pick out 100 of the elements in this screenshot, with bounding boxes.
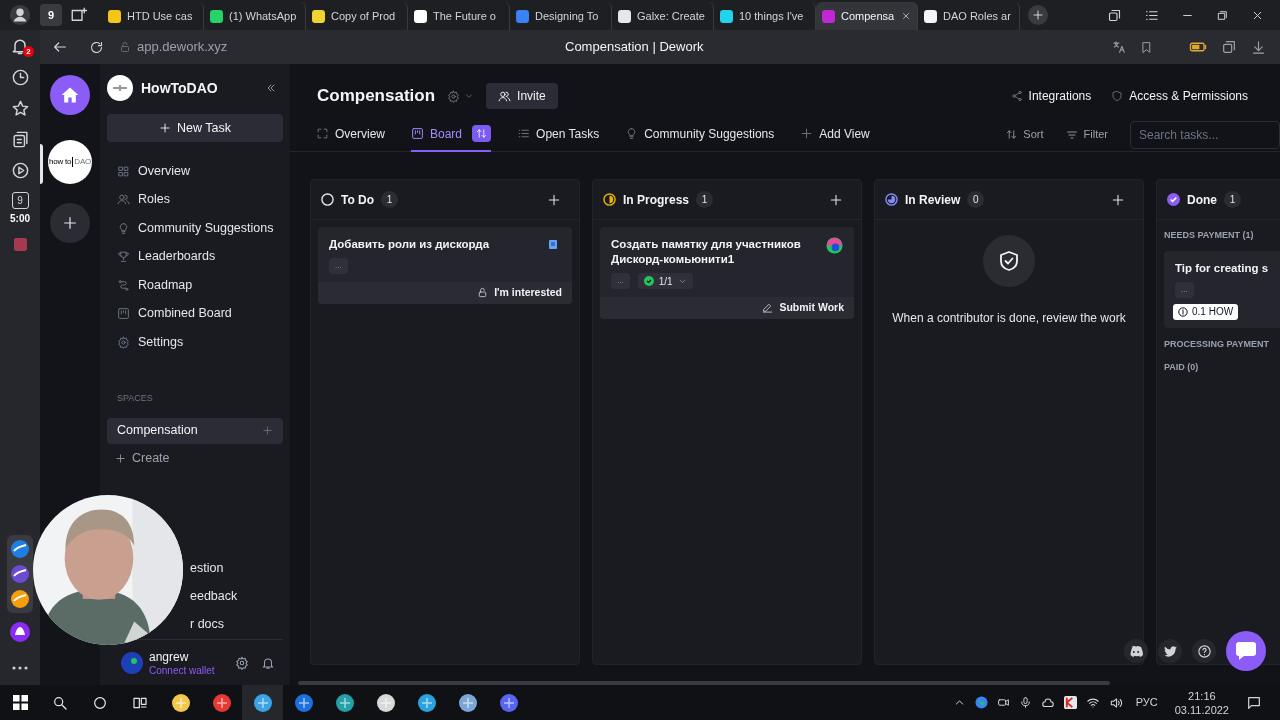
tag-chip[interactable]: ... (611, 273, 630, 289)
language-indicator[interactable]: РУС (1135, 694, 1158, 711)
windows-icon[interactable] (12, 695, 28, 710)
sidebar-link[interactable]: eedback (190, 586, 238, 607)
new-task-button[interactable]: New Task (107, 114, 283, 142)
add-workspace-button[interactable] (50, 203, 90, 243)
add-task-icon[interactable] (1111, 192, 1125, 207)
tag-chip[interactable]: ... (1175, 281, 1194, 298)
more-icon[interactable] (12, 665, 28, 671)
sort-button[interactable]: Sort (1006, 126, 1044, 143)
reload-icon[interactable] (89, 39, 104, 55)
download-icon[interactable] (1251, 39, 1266, 55)
sidebar-item[interactable]: Settings (117, 332, 283, 352)
back-icon[interactable] (52, 39, 68, 55)
header-link[interactable]: Integrations (1010, 87, 1092, 105)
profile-avatar-icon[interactable] (9, 4, 31, 26)
task-card[interactable]: Добавить роли из дискорда ... I'm interested (318, 227, 572, 304)
assistant-icon[interactable] (9, 621, 31, 643)
search-icon[interactable] (52, 694, 68, 711)
collapse-icon[interactable] (265, 82, 277, 94)
assignee-avatar-icon[interactable] (826, 237, 843, 254)
home-button[interactable] (50, 75, 90, 115)
telegram-icon[interactable] (416, 692, 437, 713)
bookmark-icon[interactable] (1140, 40, 1153, 54)
add-tab-icon[interactable] (1032, 9, 1044, 21)
browser-tab[interactable]: Compensa (816, 2, 918, 30)
cloud-icon[interactable] (1040, 695, 1055, 710)
sidebar-item[interactable]: Combined Board (117, 303, 283, 324)
view-tab[interactable]: Overview (316, 117, 385, 152)
column-title: In Progress (623, 191, 690, 209)
task-card[interactable]: Tip for creating s ... 0.1 HOW (1164, 250, 1280, 328)
app-icon[interactable] (10, 539, 30, 559)
view-tab[interactable]: Community Suggestions (625, 117, 775, 152)
dropbox-icon[interactable] (293, 692, 314, 713)
invite-button[interactable]: Invite (486, 83, 558, 109)
tag-chip[interactable]: ... (329, 258, 348, 274)
view-tab[interactable]: Board (411, 117, 492, 152)
progress-chip[interactable]: 1/1 (637, 273, 693, 289)
sidebar-link[interactable]: estion (190, 558, 224, 579)
sidebar-item[interactable]: Community Suggestions (117, 218, 283, 238)
app-icon[interactable] (10, 564, 30, 584)
sidebar-link[interactable]: r docs (190, 614, 225, 635)
connect-wallet-link[interactable]: Connect wallet (149, 664, 215, 677)
app-icon[interactable] (10, 589, 30, 609)
settings-icon[interactable] (235, 656, 249, 671)
cortana-icon[interactable] (92, 694, 108, 711)
sidebar-item[interactable]: Roadmap (117, 275, 283, 295)
counter-box[interactable]: 9 (11, 192, 29, 209)
view-tab[interactable]: Open Tasks (517, 117, 600, 152)
group-heading[interactable]: PROCESSING PAYMENT (1164, 337, 1280, 351)
browser-icon[interactable] (211, 692, 232, 713)
discord-button[interactable] (1124, 639, 1148, 663)
group-heading[interactable]: NEEDS PAYMENT (1) (1164, 229, 1280, 243)
satellite-icon[interactable] (375, 692, 396, 713)
task-card[interactable]: Создать памятку для участников Дискорд-комьюнити1 ... 1/1 Submit Work (600, 227, 854, 319)
discord-icon[interactable] (498, 692, 519, 713)
tab-count[interactable]: 9 (40, 4, 62, 26)
add-task-icon[interactable] (547, 192, 561, 207)
close-tab-icon[interactable] (901, 11, 911, 21)
translate-icon[interactable] (1112, 40, 1126, 54)
sidebar-item[interactable]: Roles (117, 189, 283, 210)
action-center-icon[interactable] (1246, 694, 1262, 711)
clock-time[interactable]: 21:16 (1188, 688, 1216, 703)
group-heading[interactable]: PAID (0) (1164, 361, 1280, 375)
add-task-icon[interactable] (829, 192, 843, 207)
settings-icon[interactable] (447, 89, 461, 103)
globe-icon[interactable] (974, 696, 988, 709)
site-lock-icon[interactable] (119, 41, 131, 53)
bookmarks-icon[interactable] (10, 99, 30, 118)
notepad-icon[interactable] (457, 692, 478, 713)
edge-icon[interactable] (334, 692, 355, 713)
create-space-link[interactable]: Create (107, 448, 283, 469)
add-icon[interactable] (262, 425, 273, 436)
video-icon[interactable] (10, 161, 30, 180)
view-tab[interactable]: Add View (800, 117, 870, 152)
antivirus-icon[interactable] (1063, 696, 1077, 709)
collections-icon[interactable] (10, 130, 30, 149)
mail-icon[interactable] (252, 692, 273, 713)
folder-icon[interactable] (170, 692, 191, 713)
camera-icon[interactable] (996, 696, 1010, 709)
view-options-icon[interactable] (476, 128, 488, 139)
sidebar-item[interactable]: Leaderboards (117, 246, 283, 267)
address-field[interactable]: app.dework.xyz (119, 36, 228, 58)
extensions-icon[interactable] (1221, 39, 1237, 55)
history-icon[interactable] (10, 68, 30, 87)
restore-icon[interactable] (1216, 8, 1229, 22)
space-item[interactable]: Compensation (107, 417, 283, 444)
filter-button[interactable]: Filter (1065, 126, 1108, 143)
clock-date[interactable]: 03.11.2022 (1174, 702, 1229, 717)
search-field[interactable]: Search tasks... (1130, 120, 1280, 149)
header-link[interactable]: Access & Permissions (1111, 87, 1248, 105)
user-avatar-icon[interactable] (121, 652, 143, 675)
workspace-logo[interactable]: how to DAO (48, 140, 92, 184)
microphone-icon[interactable] (1018, 696, 1032, 709)
sidebar-item[interactable]: Overview (117, 161, 283, 181)
volume-icon[interactable] (1108, 695, 1123, 710)
org-logo[interactable] (107, 75, 133, 101)
notification-icon[interactable] (261, 656, 275, 671)
tabs-icon[interactable] (1107, 7, 1122, 23)
new-tab-icon[interactable] (70, 6, 88, 24)
